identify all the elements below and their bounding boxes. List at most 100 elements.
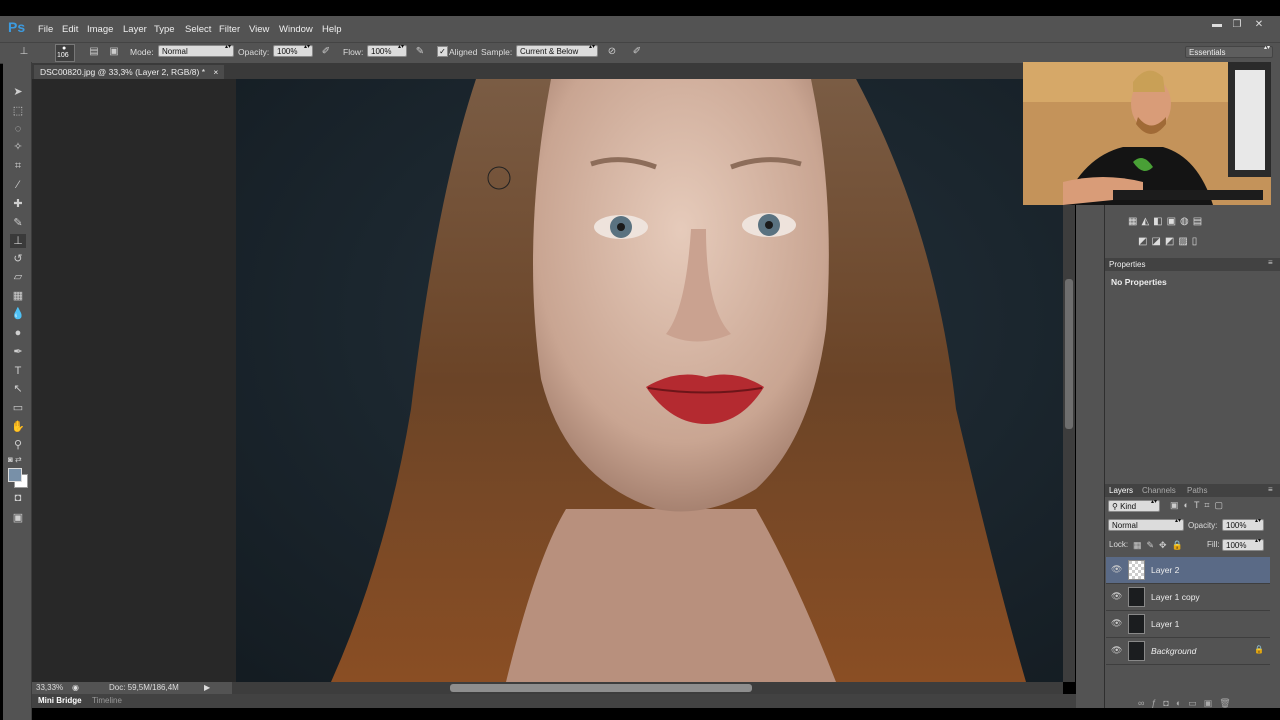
visibility-eye-icon[interactable]: 👁 xyxy=(1111,591,1122,602)
layer-name: Layer 1 copy xyxy=(1151,592,1200,602)
eyedropper-tool-icon[interactable]: ⁄ xyxy=(10,178,26,192)
menu-view[interactable]: View xyxy=(249,24,269,35)
tab-layers[interactable]: Layers xyxy=(1109,486,1133,495)
layer-row-layer-1-copy[interactable]: 👁 Layer 1 copy xyxy=(1106,584,1270,611)
status-menu-arrow-icon[interactable]: ▶ xyxy=(204,682,210,694)
visibility-eye-icon[interactable]: 👁 xyxy=(1111,618,1122,629)
close-window-button[interactable]: ✕ xyxy=(1252,19,1266,31)
search-icon: ⚲ xyxy=(1112,502,1118,511)
tab-properties[interactable]: Properties xyxy=(1109,260,1145,269)
opacity-label: Opacity: xyxy=(238,47,270,57)
mode-dropdown[interactable]: Normal xyxy=(158,43,234,57)
fill-field[interactable]: 100% xyxy=(1222,537,1264,551)
layers-menu-icon[interactable]: ≡ xyxy=(1268,485,1273,494)
layer-actions-icons[interactable]: ∞ƒ◘◐▭▣🗑 xyxy=(1138,698,1238,709)
layer-filter-dropdown[interactable]: ⚲ Kind xyxy=(1108,498,1160,512)
toggle-brush-panel-icon[interactable]: ▤ xyxy=(88,46,100,58)
tab-channels[interactable]: Channels xyxy=(1142,486,1176,495)
adjustments-icons-row-1[interactable]: ▦◭◧▣◍▤ xyxy=(1128,216,1206,227)
visibility-eye-icon[interactable]: 👁 xyxy=(1111,564,1122,575)
default-colors-icon[interactable]: ◙ ⇄ xyxy=(8,455,22,464)
menu-layer[interactable]: Layer xyxy=(123,24,147,35)
path-selection-tool-icon[interactable]: ↖ xyxy=(10,382,26,396)
layer-filter-icons[interactable]: ▣◐T⌗▢ xyxy=(1170,500,1228,511)
document-tab[interactable]: DSC00820.jpg @ 33,3% (Layer 2, RGB/8) * … xyxy=(34,65,225,79)
document-title: DSC00820.jpg @ 33,3% (Layer 2, RGB/8) * xyxy=(40,67,206,77)
restore-button[interactable]: ❐ xyxy=(1230,19,1244,31)
dodge-tool-icon[interactable]: ● xyxy=(10,326,26,340)
brush-dot-icon: ● xyxy=(62,45,67,52)
healing-brush-tool-icon[interactable]: ✚ xyxy=(10,197,26,211)
layer-row-layer-1[interactable]: 👁 Layer 1 xyxy=(1106,611,1270,638)
layer-thumbnail xyxy=(1128,587,1145,607)
type-tool-icon[interactable]: T xyxy=(10,364,26,378)
tab-mini-bridge[interactable]: Mini Bridge xyxy=(38,696,82,705)
horizontal-scroll-thumb[interactable] xyxy=(450,684,752,692)
toggle-clone-source-panel-icon[interactable]: ▣ xyxy=(108,46,120,58)
layer-thumbnail xyxy=(1128,614,1145,634)
tab-timeline[interactable]: Timeline xyxy=(92,696,122,705)
eraser-tool-icon[interactable]: ▱ xyxy=(10,270,26,284)
blur-tool-icon[interactable]: 💧 xyxy=(10,307,26,321)
workspace-switcher[interactable]: Essentials xyxy=(1185,44,1273,58)
opacity-field[interactable]: 100% xyxy=(273,43,313,57)
photoshop-logo: Ps xyxy=(8,19,26,35)
menu-window[interactable]: Window xyxy=(279,24,313,35)
hand-tool-icon[interactable]: ✋ xyxy=(10,420,26,434)
history-brush-tool-icon[interactable]: ↺ xyxy=(10,252,26,266)
brush-preset-picker[interactable]: ● 106 xyxy=(55,44,75,62)
airbrush-icon[interactable]: ✎ xyxy=(414,46,426,58)
lock-label: Lock: xyxy=(1109,540,1129,549)
clone-stamp-tool-icon[interactable]: ⊥ xyxy=(10,234,26,248)
close-document-icon[interactable]: × xyxy=(213,67,218,77)
horizontal-scrollbar[interactable] xyxy=(232,682,1063,694)
flow-label: Flow: xyxy=(343,47,364,57)
pen-tool-icon[interactable]: ✒ xyxy=(10,345,26,359)
layer-row-background[interactable]: 👁 Background 🔒 xyxy=(1106,638,1270,665)
screen-mode-icon[interactable]: ▣ xyxy=(10,511,26,525)
layer-opacity-field[interactable]: 100% xyxy=(1222,517,1264,531)
brush-size-value: 106 xyxy=(57,52,69,59)
blend-mode-dropdown[interactable]: Normal xyxy=(1108,517,1184,531)
aligned-checkbox[interactable]: ✓ xyxy=(437,46,448,57)
layer-name: Layer 2 xyxy=(1151,565,1180,575)
quick-selection-tool-icon[interactable]: ✧ xyxy=(10,140,26,154)
marquee-tool-icon[interactable]: ⬚ xyxy=(10,104,26,118)
pressure-size-icon[interactable]: ✐ xyxy=(631,46,643,58)
layer-row-layer-2[interactable]: 👁 Layer 2 xyxy=(1106,557,1270,584)
lasso-tool-icon[interactable]: ◌ xyxy=(10,122,26,136)
canvas-image[interactable] xyxy=(236,79,1063,682)
properties-menu-icon[interactable]: ≡ xyxy=(1268,258,1273,267)
crop-tool-icon[interactable]: ⌗ xyxy=(10,159,26,173)
zoom-level[interactable]: 33,33% xyxy=(36,682,63,694)
pressure-opacity-icon[interactable]: ✐ xyxy=(320,46,332,58)
zoom-tool-icon[interactable]: ⚲ xyxy=(10,438,26,452)
webcam-overlay xyxy=(1023,62,1271,205)
menu-filter[interactable]: Filter xyxy=(219,24,240,35)
visibility-eye-icon[interactable]: 👁 xyxy=(1111,645,1122,656)
adjustments-icons-row-2[interactable]: ◩◪◩▨▯ xyxy=(1138,236,1201,247)
menu-image[interactable]: Image xyxy=(87,24,113,35)
status-info-icon[interactable]: ◉ xyxy=(72,682,79,694)
lock-icon: 🔒 xyxy=(1254,645,1264,654)
flow-field[interactable]: 100% xyxy=(367,43,407,57)
ignore-adjustment-layers-icon[interactable]: ⊘ xyxy=(606,46,618,58)
menu-select[interactable]: Select xyxy=(185,24,211,35)
menu-file[interactable]: File xyxy=(38,24,53,35)
menu-help[interactable]: Help xyxy=(322,24,342,35)
move-tool-icon[interactable]: ➤ xyxy=(10,85,26,99)
vertical-scroll-thumb[interactable] xyxy=(1065,279,1073,429)
clone-stamp-tool-preset-icon[interactable]: ⊥ xyxy=(18,46,30,58)
brush-tool-icon[interactable]: ✎ xyxy=(10,216,26,230)
shape-tool-icon[interactable]: ▭ xyxy=(10,401,26,415)
lock-icons[interactable]: ▦✎✥🔒 xyxy=(1133,540,1188,551)
gradient-tool-icon[interactable]: ▦ xyxy=(10,289,26,303)
quick-mask-icon[interactable]: ◘ xyxy=(10,491,26,505)
sample-dropdown[interactable]: Current & Below xyxy=(516,43,598,57)
menu-type[interactable]: Type xyxy=(154,24,175,35)
menu-edit[interactable]: Edit xyxy=(62,24,78,35)
tab-paths[interactable]: Paths xyxy=(1187,486,1207,495)
minimize-button[interactable]: ▬ xyxy=(1210,19,1224,31)
foreground-color-swatch[interactable] xyxy=(8,468,22,482)
layer-thumbnail xyxy=(1128,560,1145,580)
